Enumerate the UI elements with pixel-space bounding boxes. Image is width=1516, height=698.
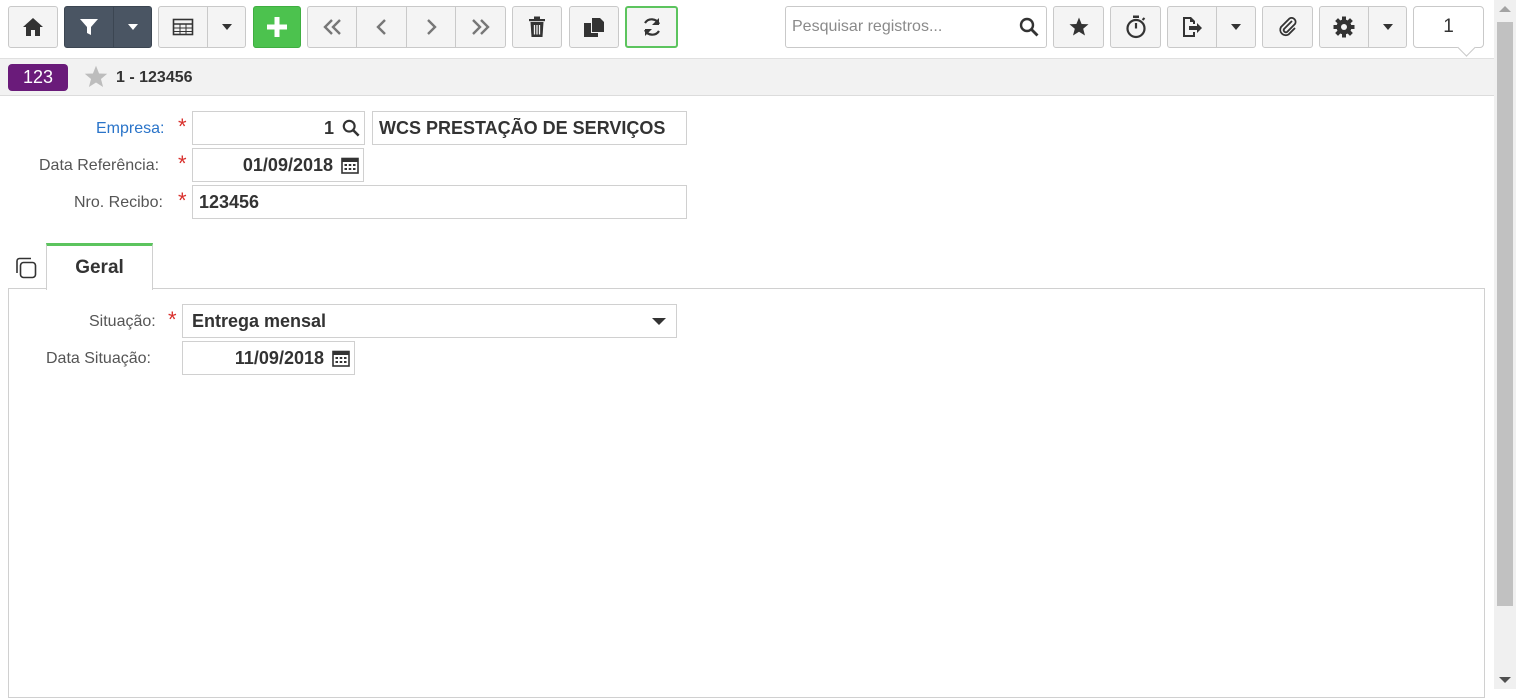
search-icon[interactable] (338, 119, 364, 137)
situacao-value: Entrega mensal (192, 310, 327, 331)
double-chevron-right-icon (471, 19, 490, 35)
timer-button[interactable] (1110, 6, 1161, 48)
nro-recibo-field[interactable]: 123456 (192, 185, 687, 219)
required-marker: * (168, 307, 177, 332)
empresa-code-value: 1 (323, 117, 334, 138)
data-situacao-value: 11/09/2018 (234, 347, 324, 368)
settings-button[interactable] (1319, 6, 1369, 48)
caret-down-icon (1382, 24, 1393, 30)
copy-icon[interactable] (14, 256, 38, 285)
vertical-scrollbar[interactable] (1494, 0, 1516, 689)
data-referencia-field[interactable]: 01/09/2018 (192, 148, 364, 182)
toolbar: 1 (0, 0, 1494, 58)
home-icon (23, 18, 43, 36)
delete-button[interactable] (512, 6, 562, 48)
first-record-button[interactable] (307, 6, 357, 48)
empresa-name-value: WCS PRESTAÇÃO DE SERVIÇOS (379, 117, 666, 138)
stopwatch-icon (1125, 15, 1146, 39)
filter-icon (80, 19, 98, 35)
next-record-button[interactable] (407, 6, 456, 48)
empresa-name-field: WCS PRESTAÇÃO DE SERVIÇOS (372, 111, 687, 145)
plus-icon (267, 17, 287, 37)
export-button[interactable] (1167, 6, 1217, 48)
calendar-icon[interactable] (337, 156, 363, 174)
scroll-down-arrow-icon[interactable] (1499, 677, 1511, 683)
record-header: 123 1 - 123456 (0, 58, 1494, 96)
copy-icon (584, 18, 604, 37)
filter-dropdown-button[interactable] (114, 6, 152, 48)
data-referencia-value: 01/09/2018 (242, 154, 333, 175)
caret-down-icon (221, 24, 232, 30)
caret-down-icon (127, 24, 138, 30)
trash-icon (529, 16, 545, 37)
previous-record-button[interactable] (357, 6, 407, 48)
chevron-right-icon (427, 19, 437, 35)
situacao-select[interactable]: Entrega mensal (182, 304, 677, 338)
favorite-star-icon[interactable] (83, 64, 109, 95)
search-icon[interactable] (1012, 17, 1046, 37)
record-title: 1 - 123456 (116, 69, 193, 86)
paperclip-icon (1278, 17, 1296, 37)
search-input[interactable] (786, 8, 1012, 46)
caret-down-icon (1231, 24, 1241, 30)
double-chevron-left-icon (323, 19, 341, 35)
scrollbar-thumb[interactable] (1497, 22, 1513, 606)
grid-view-button[interactable] (158, 6, 208, 48)
last-record-button[interactable] (456, 6, 506, 48)
required-marker: * (178, 188, 187, 213)
duplicate-button[interactable] (569, 6, 619, 48)
nro-recibo-label: Nro. Recibo: (74, 194, 163, 211)
situacao-label: Situação: (89, 313, 156, 330)
scroll-up-arrow-icon[interactable] (1499, 6, 1511, 12)
required-marker: * (178, 114, 187, 139)
data-referencia-label: Data Referência: (39, 157, 160, 174)
chevron-down-icon (652, 317, 666, 325)
export-dropdown-button[interactable] (1217, 6, 1256, 48)
nro-recibo-value: 123456 (199, 191, 260, 212)
attachments-button[interactable] (1262, 6, 1313, 48)
refresh-button[interactable] (625, 6, 678, 48)
table-icon (172, 18, 194, 36)
record-badge: 123 (8, 64, 68, 91)
chevron-left-icon (375, 19, 386, 35)
empresa-code-field[interactable]: 1 (192, 111, 365, 145)
record-counter[interactable]: 1 (1413, 6, 1484, 48)
search-box (785, 6, 1047, 48)
star-icon (1069, 17, 1088, 36)
export-file-icon (1183, 17, 1202, 37)
refresh-icon (643, 18, 660, 36)
settings-dropdown-button[interactable] (1369, 6, 1407, 48)
data-situacao-label: Data Situação: (46, 350, 151, 367)
grid-view-dropdown-button[interactable] (208, 6, 246, 48)
filter-button[interactable] (64, 6, 114, 48)
add-record-button[interactable] (253, 6, 301, 48)
required-marker: * (178, 151, 187, 176)
data-situacao-field[interactable]: 11/09/2018 (182, 341, 355, 375)
tab-geral[interactable]: Geral (46, 243, 153, 290)
favorites-button[interactable] (1053, 6, 1104, 48)
calendar-icon[interactable] (328, 349, 354, 367)
empresa-label[interactable]: Empresa: (96, 120, 164, 138)
gear-icon (1333, 16, 1355, 38)
home-button[interactable] (8, 6, 58, 48)
